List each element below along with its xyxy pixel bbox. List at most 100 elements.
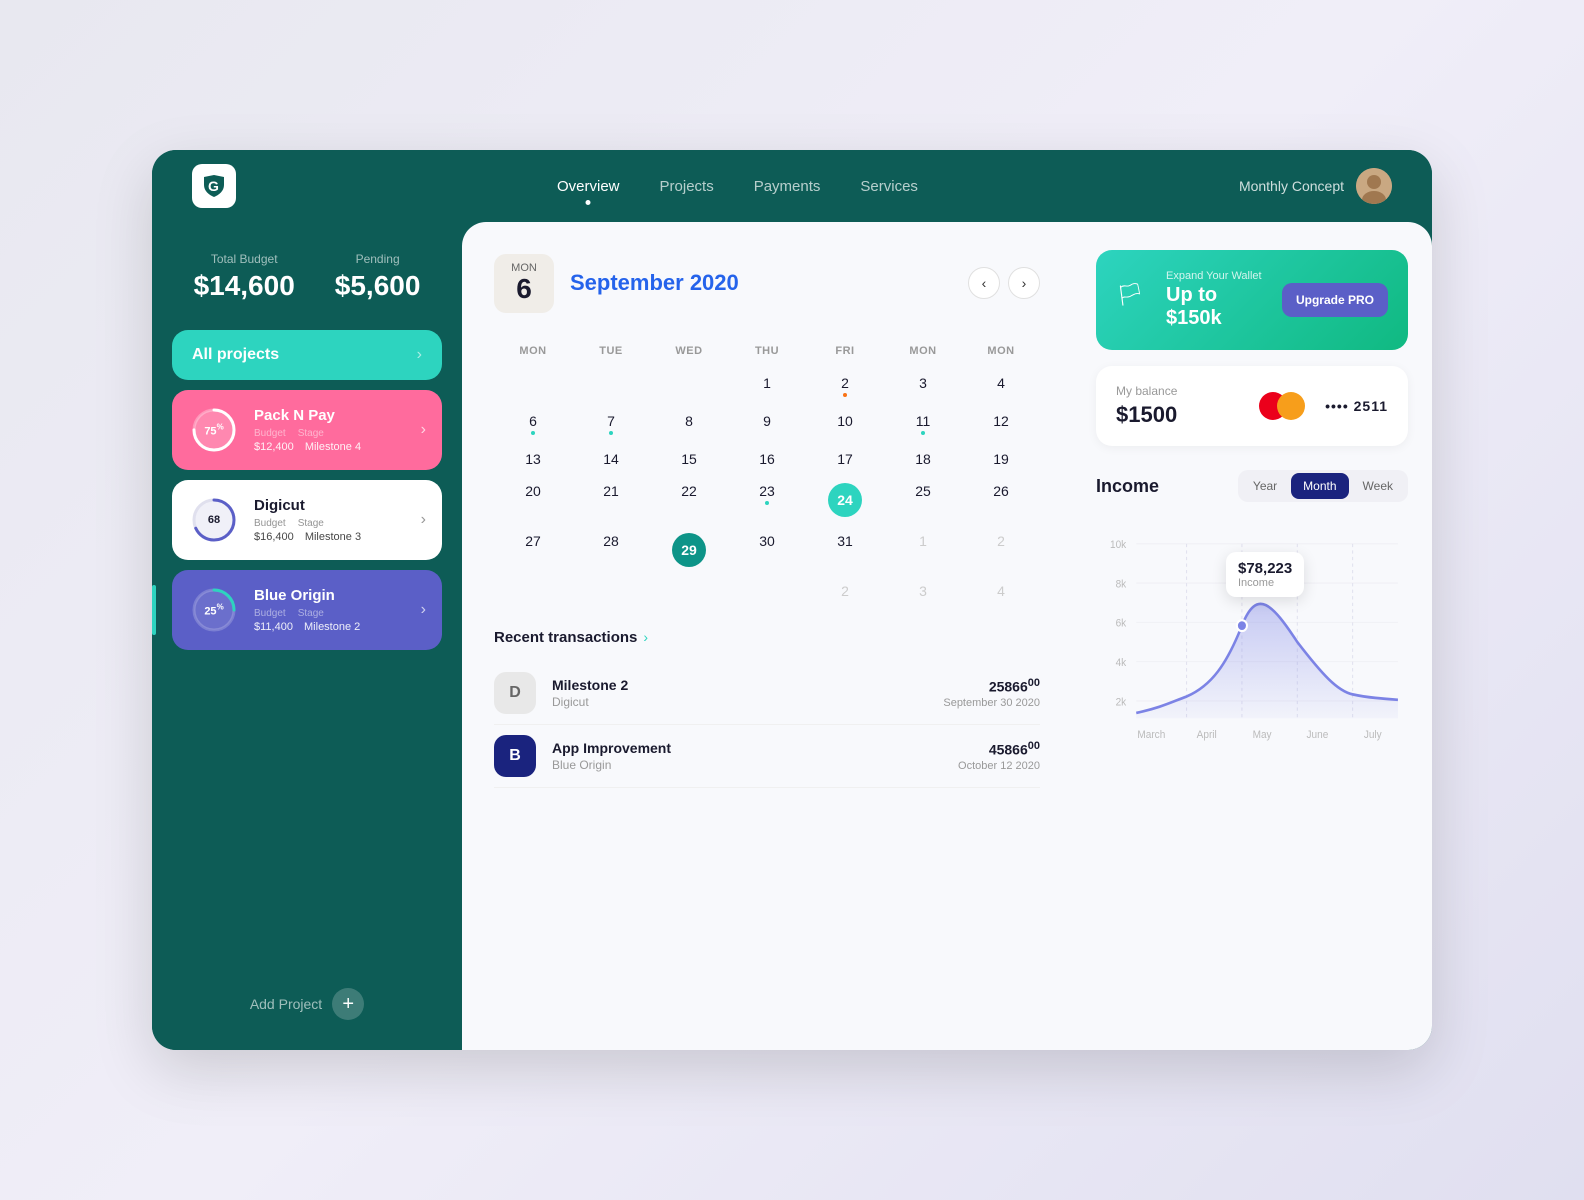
project-card-digicut[interactable]: 68 Digicut Budget Stage $16,400 Mileston…	[172, 480, 442, 560]
cal-header-sun: MON	[962, 337, 1040, 365]
pack-n-pay-detail: $12,400 Milestone 4	[254, 441, 407, 453]
cal-day-4-oct[interactable]: 4	[962, 577, 1040, 605]
cal-day-empty	[572, 577, 650, 605]
cal-day-30[interactable]: 30	[728, 527, 806, 573]
right-panel: 🏳 Expand Your Wallet Up to $150k Upgrade…	[1072, 222, 1432, 1050]
transactions-header[interactable]: Recent transactions ›	[494, 629, 1040, 646]
right-content: Mon 6 September 2020 ‹ › MON TUE WED	[462, 222, 1432, 1050]
cal-week-5: 27 28 29 30 31 1 2	[494, 527, 1040, 573]
all-projects-label: All projects	[192, 346, 403, 364]
cal-day-1[interactable]: 1	[728, 369, 806, 403]
day-num: 6	[508, 274, 540, 305]
chevron-right-icon: ›	[421, 511, 426, 529]
project-card-all[interactable]: All projects ›	[172, 330, 442, 380]
cal-day-27[interactable]: 27	[494, 527, 572, 573]
transaction-app-date: October 12 2020	[958, 760, 1040, 772]
mastercard-logo	[1259, 392, 1305, 420]
cal-day-3-oct[interactable]: 3	[884, 577, 962, 605]
cal-day-14[interactable]: 14	[572, 445, 650, 473]
tab-year[interactable]: Year	[1241, 473, 1289, 499]
progress-pack-n-pay: 75%	[188, 404, 240, 456]
upgrade-pro-button[interactable]: Upgrade PRO	[1282, 283, 1388, 317]
cal-week-6: 2 3 4	[494, 577, 1040, 605]
cal-day-11[interactable]: 11	[884, 407, 962, 441]
cal-week-4: 20 21 22 23 24 25 26	[494, 477, 1040, 523]
cal-next-btn[interactable]: ›	[1008, 267, 1040, 299]
calendar-today-box: Mon 6	[494, 254, 554, 313]
add-icon[interactable]: +	[332, 988, 364, 1020]
flag-icon: 🏳	[1116, 282, 1152, 318]
transaction-app-project: Blue Origin	[552, 758, 942, 772]
transaction-app-info: App Improvement Blue Origin	[552, 740, 942, 772]
tooltip-label: Income	[1238, 577, 1292, 589]
nav-services[interactable]: Services	[860, 174, 918, 199]
nav-overview[interactable]: Overview	[557, 174, 620, 199]
cal-day-8[interactable]: 8	[650, 407, 728, 441]
tab-month[interactable]: Month	[1291, 473, 1348, 499]
stage-meta-label: Stage	[298, 518, 324, 529]
cal-day-15[interactable]: 15	[650, 445, 728, 473]
cal-day-9[interactable]: 9	[728, 407, 806, 441]
cal-day-empty	[494, 577, 572, 605]
cal-header-thu: THU	[728, 337, 806, 365]
project-card-blue-origin[interactable]: 25% Blue Origin Budget Stage $11,400 Mil…	[172, 570, 442, 650]
cal-day-25[interactable]: 25	[884, 477, 962, 523]
cal-day-6[interactable]: 6	[494, 407, 572, 441]
cal-day-12[interactable]: 12	[962, 407, 1040, 441]
cal-day-18[interactable]: 18	[884, 445, 962, 473]
transaction-milestone-name: Milestone 2	[552, 677, 927, 693]
budget-meta-label: Budget	[254, 428, 286, 439]
cal-day-3[interactable]: 3	[884, 369, 962, 403]
digicut-title: Digicut	[254, 497, 407, 514]
transaction-icon-d: D	[494, 672, 536, 714]
stage-meta-label: Stage	[298, 428, 324, 439]
cal-day-1-next[interactable]: 1	[884, 527, 962, 573]
cal-day-24-today[interactable]: 24	[806, 477, 884, 523]
transaction-milestone-info: Milestone 2 Digicut	[552, 677, 927, 709]
top-nav: G Overview Projects Payments Services Mo…	[152, 150, 1432, 222]
nav-projects[interactable]: Projects	[660, 174, 714, 199]
svg-text:April: April	[1197, 730, 1217, 741]
pending-budget: Pending $5,600	[335, 252, 421, 302]
chevron-right-icon: ›	[417, 346, 422, 364]
transaction-app-amount-section: 4586600 October 12 2020	[958, 740, 1040, 772]
user-avatar[interactable]	[1356, 168, 1392, 204]
wallet-info: Expand Your Wallet Up to $150k	[1166, 270, 1268, 330]
cal-day-4[interactable]: 4	[962, 369, 1040, 403]
cal-day-22[interactable]: 22	[650, 477, 728, 523]
cal-day-2-oct[interactable]: 2	[806, 577, 884, 605]
cal-day-16[interactable]: 16	[728, 445, 806, 473]
project-card-pack-n-pay[interactable]: 75% Pack N Pay Budget Stage $12,400 Mile…	[172, 390, 442, 470]
user-label: Monthly Concept	[1239, 178, 1344, 194]
cal-day-2-next[interactable]: 2	[962, 527, 1040, 573]
cal-day-31[interactable]: 31	[806, 527, 884, 573]
cal-header-row: MON TUE WED THU FRI MON MON	[494, 337, 1040, 365]
cal-day-19[interactable]: 19	[962, 445, 1040, 473]
cal-day-20[interactable]: 20	[494, 477, 572, 523]
cal-prev-btn[interactable]: ‹	[968, 267, 1000, 299]
cal-day-13[interactable]: 13	[494, 445, 572, 473]
budget-meta-label: Budget	[254, 518, 286, 529]
cal-day-2[interactable]: 2	[806, 369, 884, 403]
cal-header-fri: FRI	[806, 337, 884, 365]
cal-day-7[interactable]: 7	[572, 407, 650, 441]
cal-header-mon: MON	[494, 337, 572, 365]
cal-day-21[interactable]: 21	[572, 477, 650, 523]
blue-origin-info: Blue Origin Budget Stage $11,400 Milesto…	[254, 587, 407, 633]
cal-day-28[interactable]: 28	[572, 527, 650, 573]
project-list: All projects › 75% Pack N Pay	[172, 330, 442, 972]
svg-text:2k: 2k	[1116, 697, 1127, 708]
pending-label: Pending	[335, 252, 421, 266]
nav-payments[interactable]: Payments	[754, 174, 821, 199]
cal-day-10[interactable]: 10	[806, 407, 884, 441]
budget-section: Total Budget $14,600 Pending $5,600	[172, 252, 442, 302]
digicut-info: Digicut Budget Stage $16,400 Milestone 3	[254, 497, 407, 543]
app-logo: G	[192, 164, 236, 208]
cal-day-29-selected[interactable]: 29	[650, 527, 728, 573]
add-project-btn[interactable]: Add Project +	[172, 988, 442, 1020]
cal-day-23[interactable]: 23	[728, 477, 806, 523]
tab-week[interactable]: Week	[1351, 473, 1405, 499]
cal-day-26[interactable]: 26	[962, 477, 1040, 523]
progress-digicut: 68	[188, 494, 240, 546]
cal-day-17[interactable]: 17	[806, 445, 884, 473]
